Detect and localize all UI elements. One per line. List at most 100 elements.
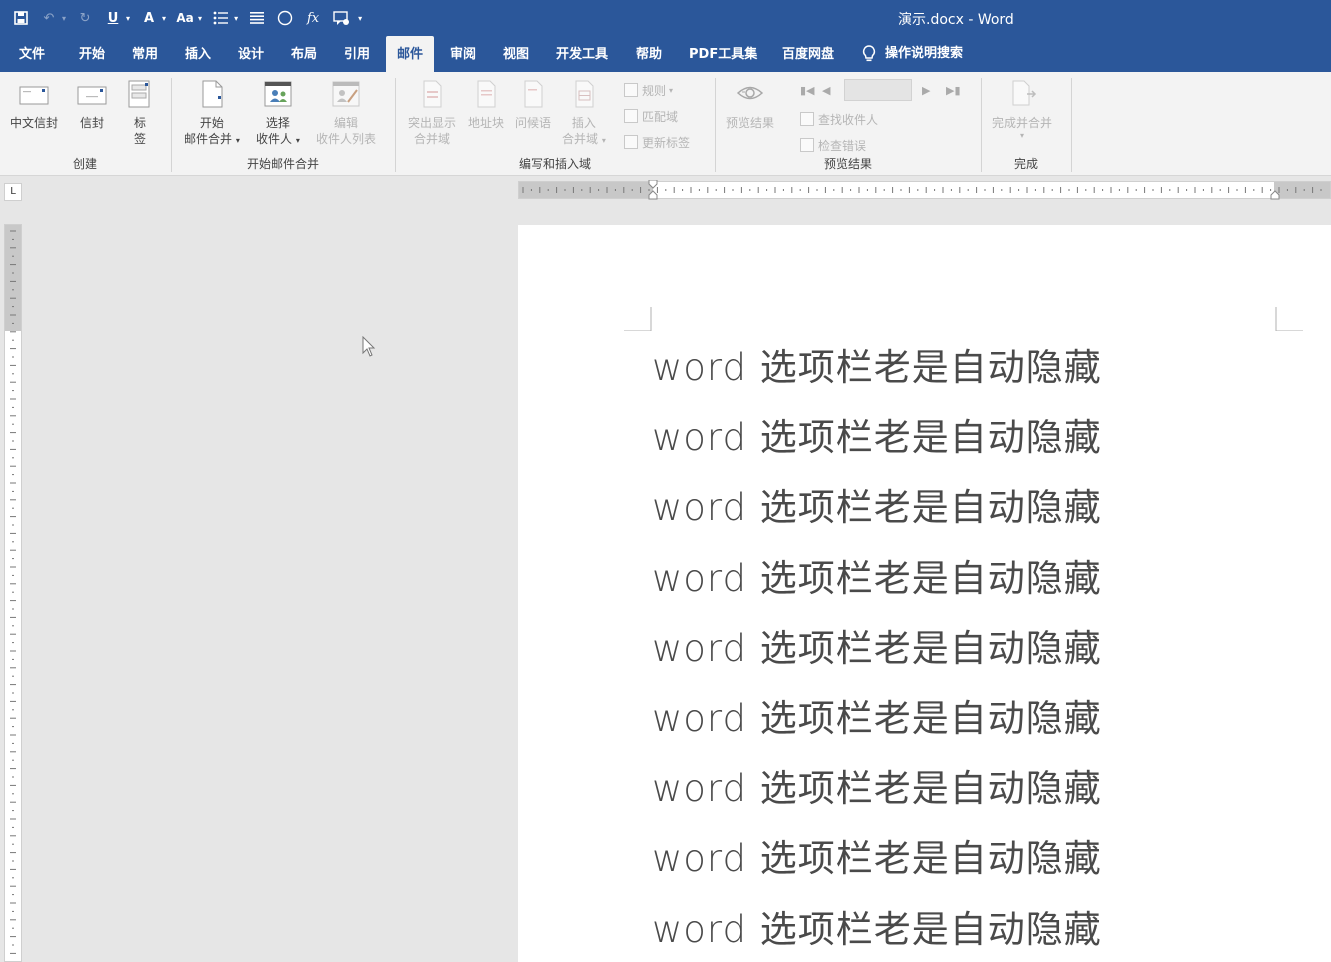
record-number-input[interactable]	[844, 79, 912, 101]
first-record-icon[interactable]: ▮◀	[800, 84, 816, 97]
tab-review[interactable]: 审阅	[450, 36, 476, 72]
tab-design[interactable]: 设计	[238, 36, 264, 72]
tab-insert[interactable]: 插入	[185, 36, 211, 72]
group-label-start-mail-merge: 开始邮件合并	[246, 157, 319, 171]
select-recipients-button[interactable]: 选择 收件人 ▾	[256, 78, 300, 149]
ribbon-mailings: 中文信封 信封 标 签 创建 开始 邮件合并 ▾ 选择 收件人 ▾ 编辑 收件人…	[0, 72, 1331, 176]
paragraph[interactable]: word 选项栏老是自动隐藏	[652, 552, 1102, 622]
tab-pdf-tools[interactable]: PDF工具集	[689, 36, 757, 72]
save-icon[interactable]	[10, 7, 32, 29]
preview-results-icon	[734, 78, 766, 110]
match-fields-button[interactable]: 匹配域	[624, 106, 678, 126]
paragraph[interactable]: word 选项栏老是自动隐藏	[652, 622, 1102, 692]
find-recipient-icon	[800, 112, 814, 126]
paragraph[interactable]: word 选项栏老是自动隐藏	[652, 903, 1102, 962]
mouse-cursor-icon	[362, 336, 376, 357]
quick-access-toolbar: ↶ ▾ ↻ U ▾ A ▾ Aa ▾ ▾ fx ▾	[10, 0, 370, 36]
bullets-icon[interactable]	[210, 7, 232, 29]
paragraph[interactable]: word 选项栏老是自动隐藏	[652, 832, 1102, 902]
tab-home[interactable]: 开始	[79, 36, 105, 72]
bullets-dropdown-icon[interactable]: ▾	[234, 14, 238, 23]
undo-dropdown-icon[interactable]: ▾	[62, 14, 66, 23]
tab-stop-selector[interactable]: L	[4, 183, 22, 201]
right-indent-marker[interactable]	[1270, 190, 1280, 200]
tab-mailings[interactable]: 邮件	[386, 36, 435, 72]
paragraph[interactable]: word 选项栏老是自动隐藏	[652, 692, 1102, 762]
select-recipients-icon	[262, 78, 294, 110]
address-block-button[interactable]: 地址块	[468, 78, 504, 131]
change-case-dropdown-icon[interactable]: ▾	[198, 14, 202, 23]
underline-icon[interactable]: U	[102, 7, 124, 29]
insert-merge-field-icon	[568, 78, 600, 110]
document-body[interactable]: word 选项栏老是自动隐藏 word 选项栏老是自动隐藏 word 选项栏老是…	[652, 341, 1102, 962]
chinese-envelope-button[interactable]: 中文信封	[10, 78, 58, 131]
underline-dropdown-icon[interactable]: ▾	[126, 14, 130, 23]
undo-icon[interactable]: ↶	[38, 7, 60, 29]
match-fields-icon	[624, 109, 638, 123]
text-effects-dropdown-icon[interactable]: ▾	[162, 14, 166, 23]
paragraph[interactable]: word 选项栏老是自动隐藏	[652, 411, 1102, 481]
text-effects-icon[interactable]: A	[138, 7, 160, 29]
envelope-button[interactable]: 信封	[76, 78, 108, 131]
tab-view[interactable]: 视图	[503, 36, 529, 72]
last-record-icon[interactable]: ▶▮	[946, 84, 962, 97]
customize-qat-icon[interactable]: ▾	[358, 14, 362, 23]
edit-recipients-icon	[330, 78, 362, 110]
group-label-write-insert-fields: 编写和插入域	[518, 157, 591, 171]
title-bar: ↶ ▾ ↻ U ▾ A ▾ Aa ▾ ▾ fx ▾ 演示.docx - Word	[0, 0, 1331, 36]
tab-help[interactable]: 帮助	[636, 36, 662, 72]
ruler-ticks	[522, 187, 1322, 193]
group-write-insert-fields: 突出显示 合并域 地址块 问候语 插入 合并域 ▾ 规则 ▾ 匹配域 更新标签 …	[396, 76, 714, 172]
labels-button[interactable]: 标 签	[124, 78, 156, 147]
ruler-ticks	[10, 230, 16, 954]
start-mail-merge-button[interactable]: 开始 邮件合并 ▾	[184, 78, 240, 149]
update-labels-button[interactable]: 更新标签	[624, 132, 690, 152]
insert-merge-field-button[interactable]: 插入 合并域 ▾	[562, 78, 606, 149]
rules-button[interactable]: 规则 ▾	[624, 80, 673, 100]
ribbon-divider	[1071, 78, 1072, 172]
align-icon[interactable]	[246, 7, 268, 29]
paragraph[interactable]: word 选项栏老是自动隐藏	[652, 762, 1102, 832]
group-start-mail-merge: 开始 邮件合并 ▾ 选择 收件人 ▾ 编辑 收件人列表 开始邮件合并	[172, 76, 394, 172]
tab-common[interactable]: 常用	[132, 36, 158, 72]
paragraph[interactable]: word 选项栏老是自动隐藏	[652, 481, 1102, 551]
envelope-icon	[76, 78, 108, 110]
finish-and-merge-button[interactable]: 完成并合并 ▾	[992, 78, 1052, 141]
labels-icon	[124, 78, 156, 110]
tab-file[interactable]: 文件	[19, 36, 45, 72]
shape-circle-icon[interactable]	[274, 7, 296, 29]
group-label-preview-results: 预览结果	[823, 157, 872, 171]
preview-results-button[interactable]: 预览结果	[726, 78, 774, 131]
chevron-down-icon: ▾	[235, 136, 240, 145]
check-errors-button[interactable]: 检查错误	[800, 135, 866, 155]
group-create: 中文信封 信封 标 签 创建	[0, 76, 170, 172]
change-case-icon[interactable]: Aa	[174, 7, 196, 29]
tell-me-search[interactable]: 操作说明搜索	[862, 36, 963, 72]
check-errors-icon	[800, 138, 814, 152]
vertical-ruler[interactable]	[4, 224, 22, 962]
horizontal-ruler[interactable]	[518, 180, 1331, 200]
lightbulb-icon	[862, 45, 876, 62]
window-title-text: 演示.docx - Word	[898, 12, 1014, 28]
hanging-indent-marker[interactable]	[648, 190, 658, 200]
group-preview-results: 预览结果 ▮◀ ◀ ▶ ▶▮ 查找收件人 检查错误 预览结果	[716, 76, 980, 172]
chevron-down-icon: ▾	[669, 85, 674, 95]
highlight-fields-icon	[416, 78, 448, 110]
tab-developer[interactable]: 开发工具	[556, 36, 608, 72]
document-page[interactable]: word 选项栏老是自动隐藏 word 选项栏老是自动隐藏 word 选项栏老是…	[518, 225, 1331, 962]
formula-icon[interactable]: fx	[302, 7, 324, 29]
comment-icon[interactable]	[330, 7, 352, 29]
find-recipient-button[interactable]: 查找收件人	[800, 109, 878, 129]
tab-references[interactable]: 引用	[344, 36, 370, 72]
previous-record-icon[interactable]: ◀	[822, 84, 838, 97]
redo-icon[interactable]: ↻	[74, 7, 96, 29]
greeting-line-button[interactable]: 问候语	[515, 78, 551, 131]
chevron-down-icon: ▾	[601, 136, 606, 145]
highlight-merge-fields-button[interactable]: 突出显示 合并域	[408, 78, 456, 147]
tab-layout[interactable]: 布局	[291, 36, 317, 72]
edit-recipient-list-button[interactable]: 编辑 收件人列表	[316, 78, 376, 147]
paragraph[interactable]: word 选项栏老是自动隐藏	[652, 341, 1102, 411]
chevron-down-icon: ▾	[1020, 131, 1025, 140]
next-record-icon[interactable]: ▶	[922, 84, 938, 97]
tab-baidu-netdisk[interactable]: 百度网盘	[782, 36, 834, 72]
